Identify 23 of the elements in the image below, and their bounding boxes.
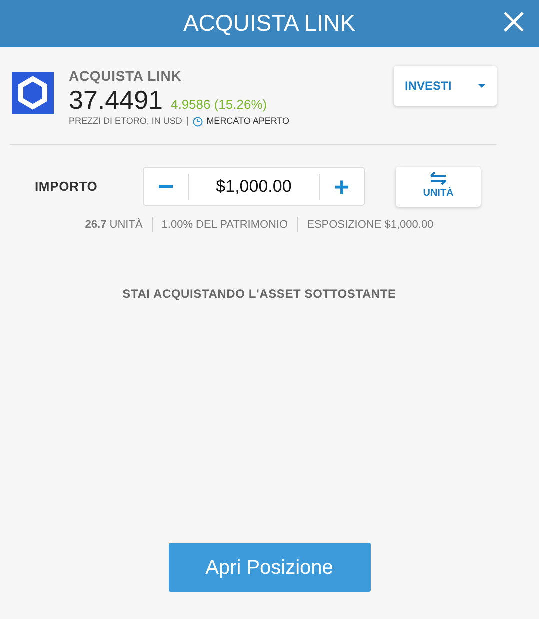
swap-arrows-icon	[430, 172, 447, 185]
notice-text: STAI ACQUISTANDO L'ASSET SOTTOSTANTE	[122, 286, 396, 303]
window-title: ACQUISTA LINK	[183, 9, 356, 38]
hexagon-logo-icon	[12, 72, 54, 114]
invest-dropdown[interactable]: INVESTI	[394, 66, 497, 106]
caret-icon	[478, 84, 486, 88]
market-status: MERCATO APERTO	[206, 115, 290, 128]
price-source: PREZZI DI ETORO, IN USD	[69, 115, 182, 128]
price-change: 4.9586 (15.26%)	[170, 96, 268, 114]
asset-price: 37.4491	[69, 85, 163, 115]
decrease-button[interactable]: −	[144, 168, 188, 205]
info-text: 26.7 UNITÀ	[85, 218, 143, 232]
amount-field[interactable]: $1,000.00	[189, 174, 319, 200]
separator: |	[186, 115, 189, 128]
asset-heading: ACQUISTA LINK	[69, 67, 183, 86]
increase-button[interactable]: +	[320, 168, 364, 205]
open-position-button[interactable]: Apri Posizione	[168, 543, 370, 592]
info-text: 1.00% DEL PATRIMONIO	[162, 218, 288, 232]
clock-icon	[192, 116, 203, 127]
info-text: ESPOSIZIONE $1,000.00	[307, 218, 434, 232]
units-toggle-button[interactable]: UNITÀ	[396, 166, 481, 206]
amount-label: IMPORTO	[35, 178, 99, 196]
amount-stepper[interactable]: − $1,000.00 +	[143, 167, 365, 206]
